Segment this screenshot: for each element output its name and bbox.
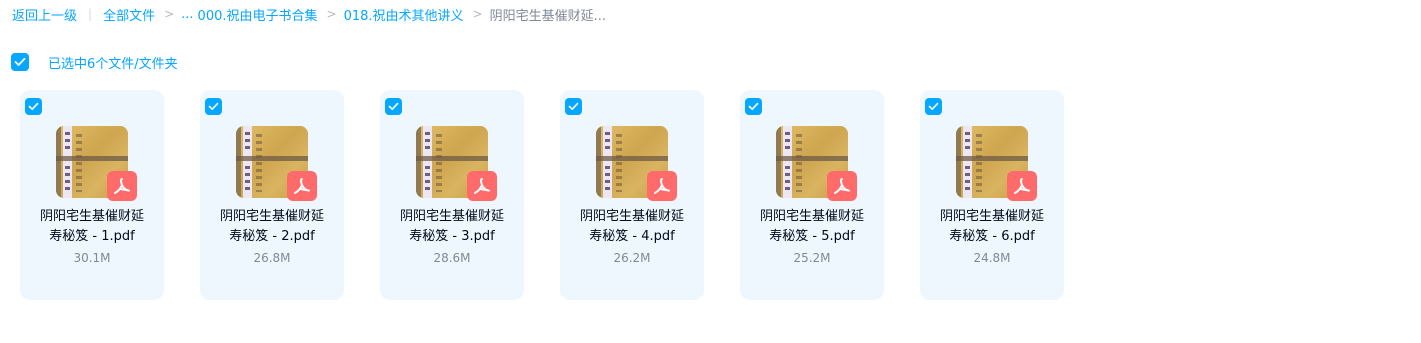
checkmark-icon bbox=[208, 102, 219, 111]
file-name-line-2: 寿秘笈 - 2.pdf bbox=[229, 229, 315, 244]
file-name-line-1: 阴阳宅生基催财延 bbox=[39, 209, 144, 224]
file-card[interactable]: 阴阳宅生基催财延 寿秘笈 - 4.pdf 26.2M bbox=[560, 90, 704, 300]
file-name-line-2: 寿秘笈 - 1.pdf bbox=[49, 229, 135, 244]
file-name: 阴阳宅生基催财延 寿秘笈 - 6.pdf bbox=[920, 207, 1064, 247]
file-checkbox[interactable] bbox=[25, 98, 42, 115]
file-name: 阴阳宅生基催财延 寿秘笈 - 1.pdf bbox=[20, 207, 164, 247]
file-size: 30.1M bbox=[73, 251, 111, 265]
file-card[interactable]: 阴阳宅生基催财延 寿秘笈 - 5.pdf 25.2M bbox=[740, 90, 884, 300]
selection-bar: 已选中6个文件/文件夹 bbox=[11, 53, 178, 72]
select-all-checkbox[interactable] bbox=[11, 53, 29, 71]
file-name-line-2: 寿秘笈 - 5.pdf bbox=[769, 229, 855, 244]
file-card[interactable]: 阴阳宅生基催财延 寿秘笈 - 1.pdf 30.1M bbox=[20, 90, 164, 300]
chevron-right-icon: > bbox=[472, 7, 483, 21]
breadcrumb-all-files[interactable]: 全部文件 bbox=[103, 5, 155, 24]
checkmark-icon bbox=[928, 102, 939, 111]
checkmark-icon bbox=[14, 57, 26, 66]
separator: | bbox=[88, 7, 93, 21]
file-name: 阴阳宅生基催财延 寿秘笈 - 4.pdf bbox=[560, 207, 704, 247]
file-card[interactable]: 阴阳宅生基催财延 寿秘笈 - 3.pdf 28.6M bbox=[380, 90, 524, 300]
file-size: 28.6M bbox=[433, 251, 471, 265]
file-name-line-1: 阴阳宅生基催财延 bbox=[579, 209, 684, 224]
file-name-line-1: 阴阳宅生基催财延 bbox=[759, 209, 864, 224]
file-name: 阴阳宅生基催财延 寿秘笈 - 2.pdf bbox=[200, 207, 344, 247]
breadcrumb-current: 阴阳宅生基催财延... bbox=[489, 8, 606, 24]
file-name: 阴阳宅生基催财延 寿秘笈 - 3.pdf bbox=[380, 207, 524, 247]
file-size: 25.2M bbox=[793, 251, 831, 265]
chevron-right-icon: > bbox=[326, 7, 337, 21]
pdf-icon bbox=[467, 171, 497, 201]
checkmark-icon bbox=[28, 102, 39, 111]
file-card[interactable]: 阴阳宅生基催财延 寿秘笈 - 6.pdf 24.8M bbox=[920, 90, 1064, 300]
file-grid: 阴阳宅生基催财延 寿秘笈 - 1.pdf 30.1M 阴阳宅生基催财延 寿秘笈 … bbox=[20, 90, 1100, 300]
checkmark-icon bbox=[388, 102, 399, 111]
breadcrumb-folder-ebooks[interactable]: 000.祝由电子书合集 bbox=[198, 5, 318, 24]
selection-count-label: 已选中6个文件/文件夹 bbox=[48, 56, 178, 72]
file-card[interactable]: 阴阳宅生基催财延 寿秘笈 - 2.pdf 26.8M bbox=[200, 90, 344, 300]
chevron-right-icon: > bbox=[164, 7, 175, 21]
file-checkbox[interactable] bbox=[745, 98, 762, 115]
file-size: 26.8M bbox=[253, 251, 291, 265]
checkmark-icon bbox=[568, 102, 579, 111]
pdf-icon bbox=[107, 171, 137, 201]
pdf-icon bbox=[287, 171, 317, 201]
file-name-line-2: 寿秘笈 - 3.pdf bbox=[409, 229, 495, 244]
file-checkbox[interactable] bbox=[925, 98, 942, 115]
file-size: 24.8M bbox=[973, 251, 1011, 265]
pdf-icon bbox=[1007, 171, 1037, 201]
file-name-line-1: 阴阳宅生基催财延 bbox=[399, 209, 504, 224]
file-name-line-1: 阴阳宅生基催财延 bbox=[219, 209, 324, 224]
file-name-line-2: 寿秘笈 - 6.pdf bbox=[949, 229, 1035, 244]
file-size: 26.2M bbox=[613, 251, 651, 265]
file-checkbox[interactable] bbox=[205, 98, 222, 115]
breadcrumb-ellipsis[interactable]: ... bbox=[181, 7, 193, 22]
file-checkbox[interactable] bbox=[565, 98, 582, 115]
file-checkbox[interactable] bbox=[385, 98, 402, 115]
back-link[interactable]: 返回上一级 bbox=[12, 5, 77, 24]
checkmark-icon bbox=[748, 102, 759, 111]
breadcrumb-folder-lectures[interactable]: 018.祝由术其他讲义 bbox=[344, 5, 464, 24]
breadcrumb: 返回上一级 | 全部文件 > ... 000.祝由电子书合集 > 018.祝由术… bbox=[12, 4, 606, 24]
file-name-line-1: 阴阳宅生基催财延 bbox=[939, 209, 1044, 224]
file-name-line-2: 寿秘笈 - 4.pdf bbox=[589, 229, 675, 244]
pdf-icon bbox=[827, 171, 857, 201]
file-name: 阴阳宅生基催财延 寿秘笈 - 5.pdf bbox=[740, 207, 884, 247]
pdf-icon bbox=[647, 171, 677, 201]
